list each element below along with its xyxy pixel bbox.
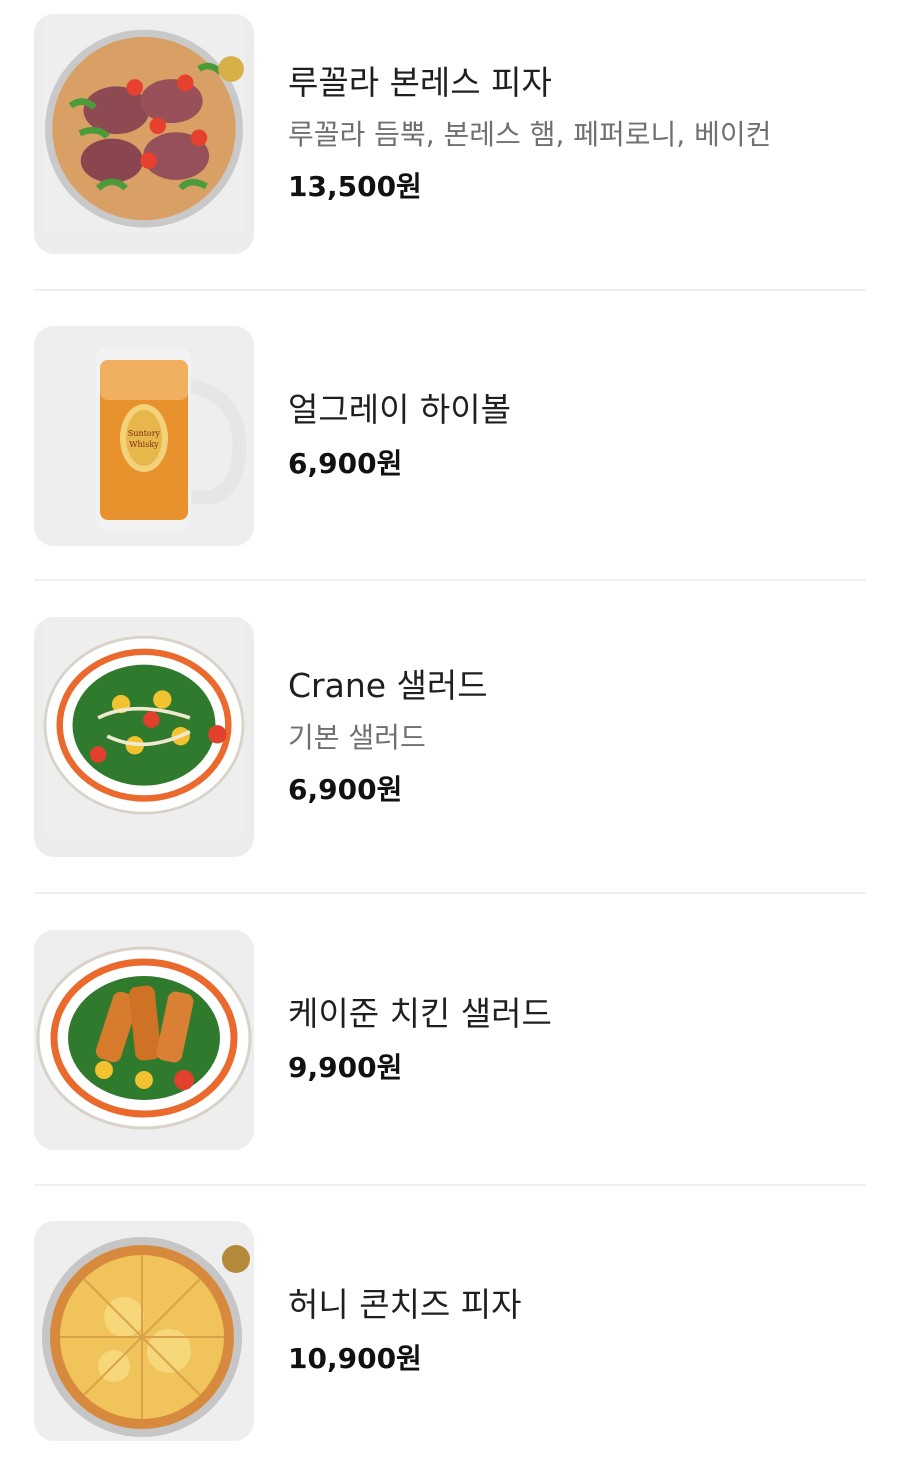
menu-list: 루꼴라 본레스 피자 루꼴라 듬뿍, 본레스 햄, 페퍼로니, 베이컨 13,5… bbox=[0, 0, 900, 1460]
menu-item-earl-grey-highball[interactable]: Suntory Whisky 얼그레이 하이볼 6,900원 bbox=[34, 326, 866, 546]
highball-info: 얼그레이 하이볼 6,900원 bbox=[288, 388, 866, 484]
divider bbox=[34, 579, 866, 581]
menu-item-price: 10,900원 bbox=[288, 1342, 422, 1375]
menu-item-rucola-pizza[interactable]: 루꼴라 본레스 피자 루꼴라 듬뿍, 본레스 햄, 페퍼로니, 베이컨 13,5… bbox=[34, 14, 866, 254]
menu-item-name: Crane 샐러드 bbox=[288, 666, 488, 705]
menu-item-price: 9,900원 bbox=[288, 1051, 403, 1084]
menu-item-cajun-chicken-salad[interactable]: 케이준 치킨 샐러드 9,900원 bbox=[34, 930, 866, 1150]
menu-item-name: 얼그레이 하이볼 bbox=[288, 390, 512, 429]
crane-salad-info: Crane 샐러드 기본 샐러드 6,900원 bbox=[288, 664, 866, 810]
rucola-pizza-info: 루꼴라 본레스 피자 루꼴라 듬뿍, 본레스 햄, 페퍼로니, 베이컨 13,5… bbox=[288, 61, 866, 207]
menu-item-crane-salad[interactable]: Crane 샐러드 기본 샐러드 6,900원 bbox=[34, 617, 866, 857]
honey-corn-pizza-photo bbox=[34, 1221, 254, 1441]
menu-item-description: 기본 샐러드 bbox=[288, 721, 426, 754]
honey-corn-pizza-info: 허니 콘치즈 피자 10,900원 bbox=[288, 1283, 866, 1379]
divider bbox=[34, 892, 866, 894]
cajun-salad-photo bbox=[34, 930, 254, 1150]
svg-text:Suntory: Suntory bbox=[128, 429, 161, 438]
menu-item-description: 루꼴라 듬뿍, 본레스 햄, 페퍼로니, 베이컨 bbox=[288, 118, 772, 151]
menu-item-name: 허니 콘치즈 피자 bbox=[288, 1285, 522, 1324]
menu-item-name: 케이준 치킨 샐러드 bbox=[288, 994, 552, 1033]
menu-item-honey-corn-cheese-pizza[interactable]: 허니 콘치즈 피자 10,900원 bbox=[34, 1221, 866, 1441]
menu-item-price: 6,900원 bbox=[288, 773, 403, 806]
crane-salad-photo bbox=[34, 617, 254, 857]
highball-photo: Suntory Whisky bbox=[34, 326, 254, 546]
menu-item-price: 6,900원 bbox=[288, 447, 403, 480]
menu-item-name: 루꼴라 본레스 피자 bbox=[288, 63, 552, 102]
divider bbox=[34, 289, 866, 291]
cajun-salad-info: 케이준 치킨 샐러드 9,900원 bbox=[288, 992, 866, 1088]
menu-item-price: 13,500원 bbox=[288, 170, 422, 203]
svg-text:Whisky: Whisky bbox=[129, 440, 159, 449]
rucola-pizza-photo bbox=[34, 14, 254, 254]
divider bbox=[34, 1184, 866, 1186]
